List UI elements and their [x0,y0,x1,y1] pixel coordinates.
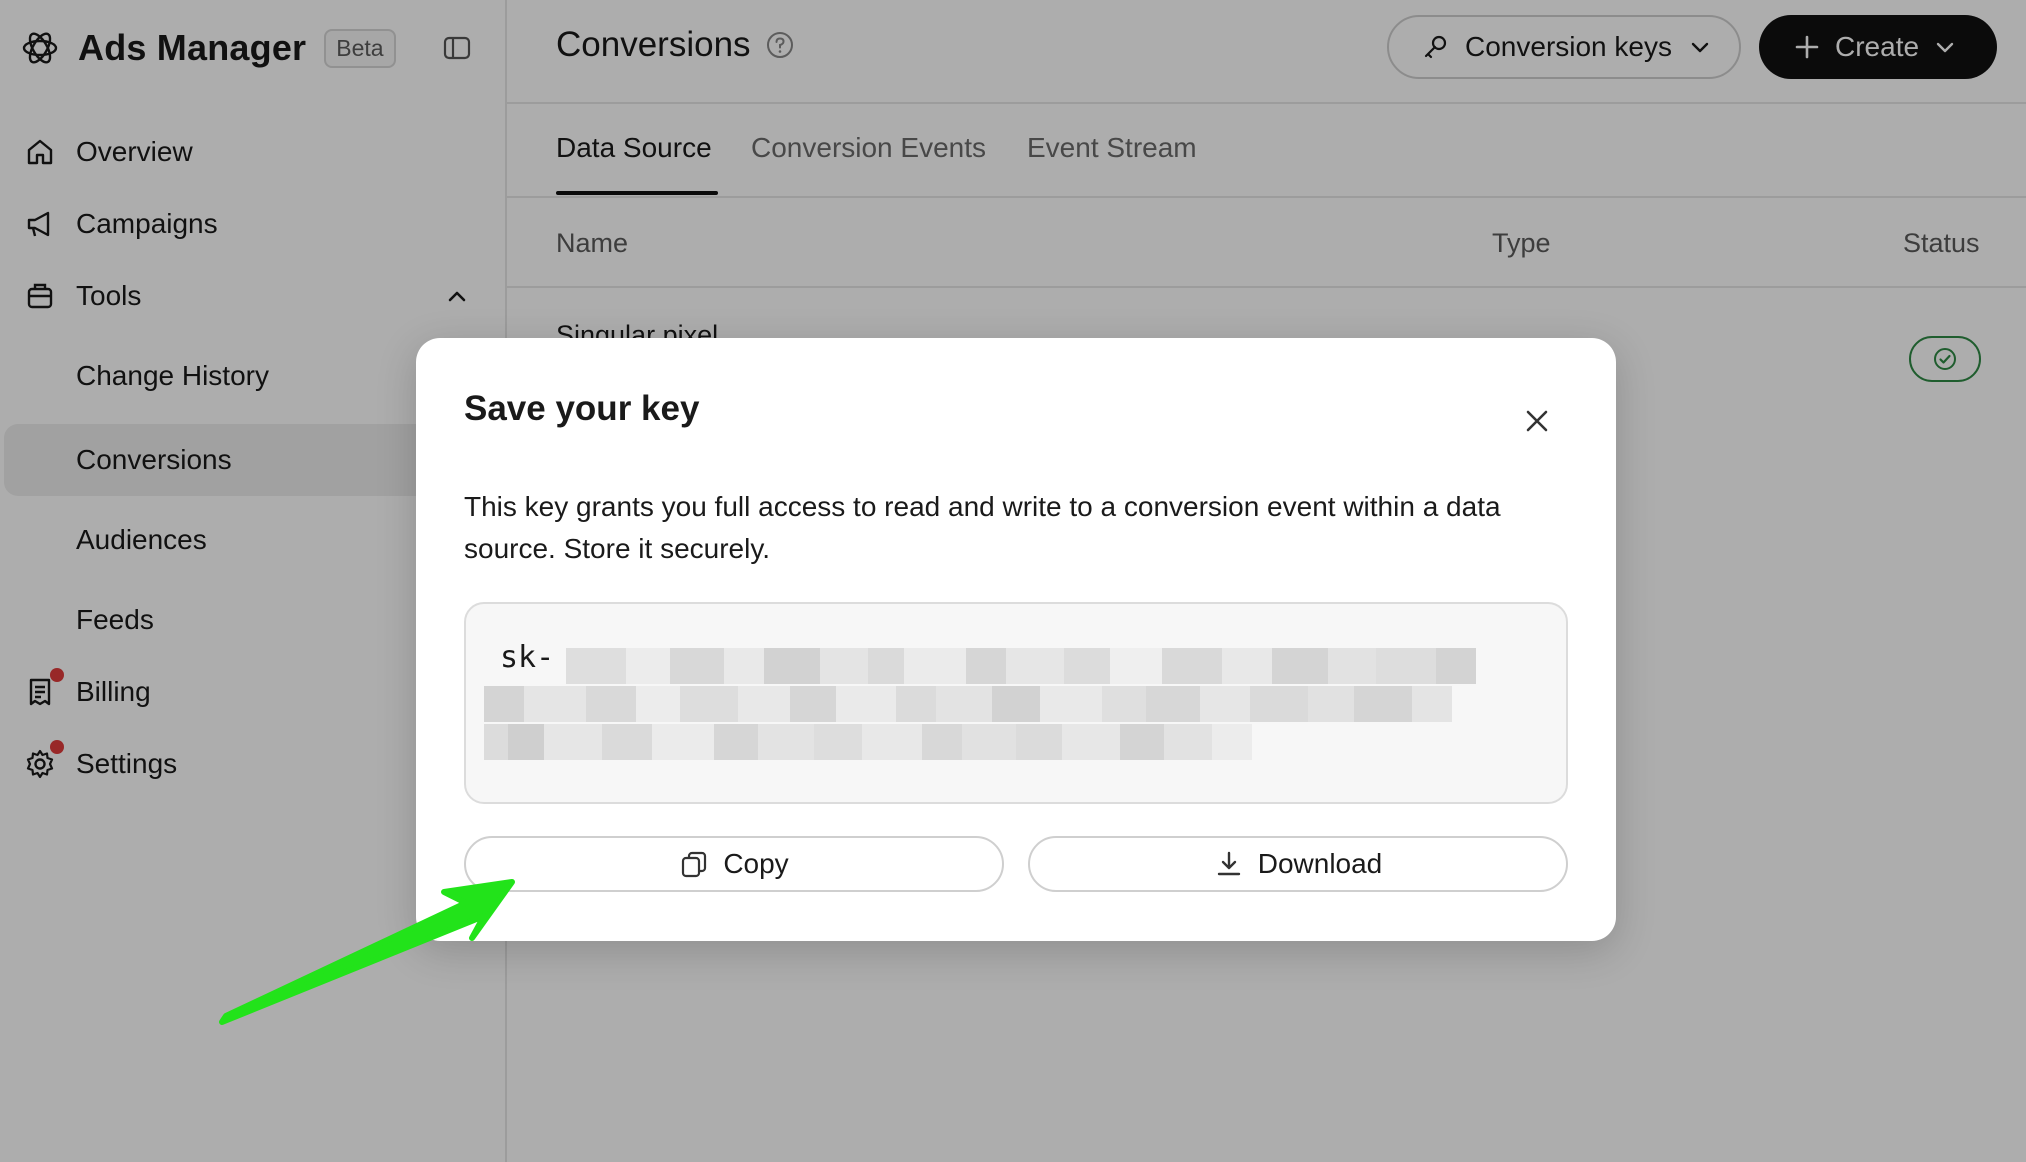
download-label: Download [1257,848,1383,879]
dialog-title: Save your key [464,389,700,428]
secret-key-field[interactable]: sk- [464,602,1568,804]
copy-icon [682,851,707,878]
close-icon[interactable] [1520,404,1554,438]
redacted-key-line [566,648,1476,684]
download-icon [1217,851,1240,876]
save-key-dialog: Save your key This key grants you full a… [416,338,1616,941]
key-prefix: sk- [500,640,555,675]
copy-label: Copy [723,848,789,879]
app-root: Ads Manager Beta Overview Campaigns Tool… [0,0,2026,1162]
copy-button[interactable]: Copy [464,836,1004,892]
dialog-description: This key grants you full access to read … [464,491,1501,564]
redacted-key-line [484,724,1252,760]
download-button[interactable]: Download [1028,836,1568,892]
redacted-key-line [484,686,1452,722]
